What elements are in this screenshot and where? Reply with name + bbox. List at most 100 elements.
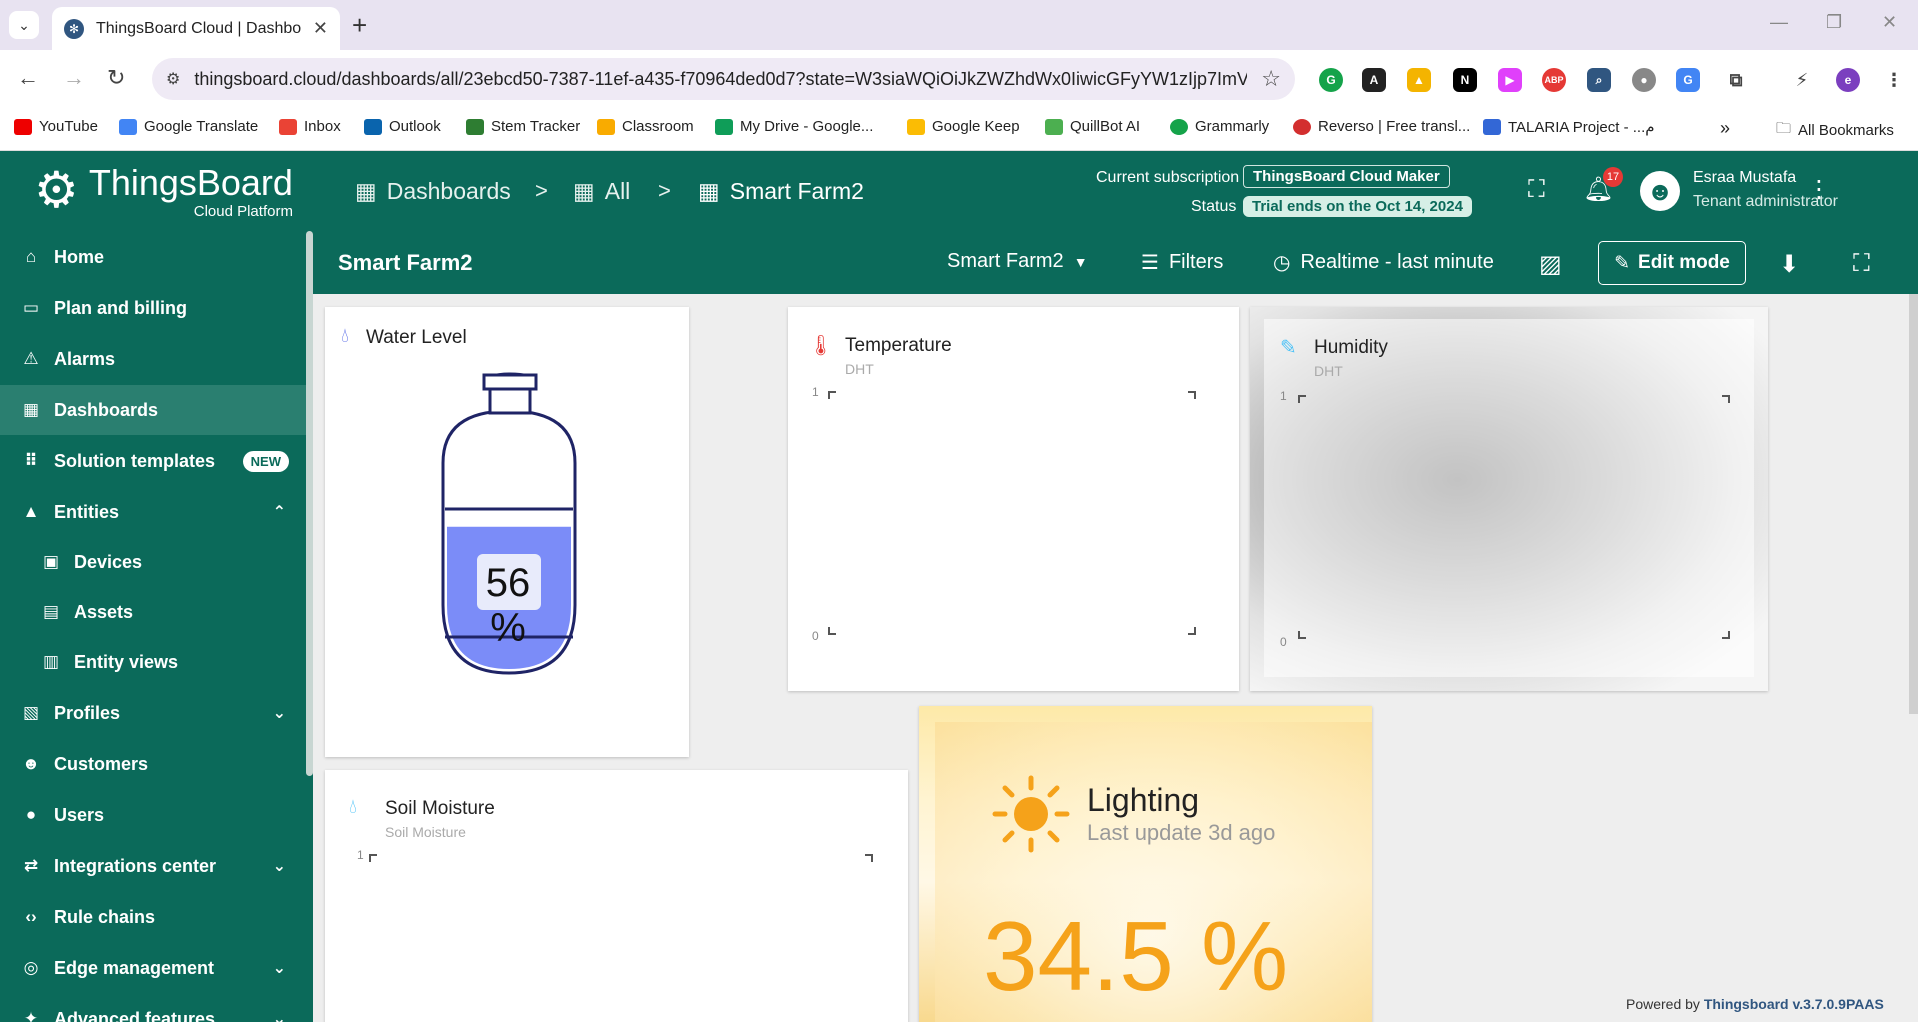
drive-icon bbox=[715, 118, 733, 135]
notion-extension-icon[interactable]: N bbox=[1453, 68, 1477, 92]
user-name[interactable]: Esraa Mustafa bbox=[1693, 169, 1796, 187]
browser-address-bar: ← → ↻ ⚙ thingsboard.cloud/dashboards/all… bbox=[0, 50, 1918, 108]
integrations-icon: ⇄ bbox=[23, 856, 39, 875]
extension-icon[interactable]: ⌕ bbox=[1587, 68, 1611, 92]
sidebar-item-advanced-features[interactable]: ✦ Advanced features ⌄ bbox=[0, 994, 306, 1022]
google-translate-extension-icon[interactable]: G bbox=[1676, 68, 1700, 92]
bookmark-inbox[interactable]: Inbox bbox=[279, 118, 341, 135]
bookmarks-bar: YouTube Google Translate Inbox Outlook S… bbox=[0, 108, 1918, 151]
sidebar-item-dashboards[interactable]: ▦ Dashboards bbox=[0, 385, 306, 435]
sidebar-item-home[interactable]: ⌂ Home bbox=[0, 232, 306, 282]
chevron-down-icon: ⌄ bbox=[272, 705, 286, 722]
sidebar-item-edge-management[interactable]: ◎ Edge management ⌄ bbox=[0, 943, 306, 993]
chevron-down-icon: ⌄ bbox=[272, 1011, 286, 1022]
extension-icon[interactable]: A bbox=[1362, 68, 1386, 92]
fullscreen-icon[interactable]: ⛶ bbox=[1528, 176, 1545, 204]
logo-title: ThingsBoard bbox=[88, 162, 293, 203]
thermometer-icon: 🌡︎ bbox=[808, 335, 834, 357]
back-button[interactable]: ← bbox=[17, 65, 39, 91]
thingsboard-logo[interactable]: ⚙ ThingsBoard Cloud Platform bbox=[34, 162, 293, 221]
water-level-value: 56 % bbox=[485, 561, 531, 650]
google-drive-extension-icon[interactable]: ▲ bbox=[1407, 68, 1431, 92]
forward-button[interactable]: → bbox=[63, 65, 85, 91]
sidebar-item-entities[interactable]: ▲ Entities ⌃ bbox=[0, 487, 306, 537]
bookmark-stem-tracker[interactable]: Stem Tracker bbox=[466, 118, 580, 135]
download-icon[interactable]: ⬇ bbox=[1779, 250, 1799, 279]
sidebar-item-rule-chains[interactable]: ‹› Rule chains bbox=[0, 892, 306, 942]
sidebar-item-users[interactable]: ● Users bbox=[0, 790, 306, 840]
sidebar-item-plan-billing[interactable]: ▭ Plan and billing bbox=[0, 283, 306, 333]
humidity-widget[interactable]: ✎ Humidity DHT 1 0 bbox=[1250, 307, 1768, 691]
filters-button[interactable]: ☰ Filters bbox=[1141, 250, 1223, 275]
profile-avatar[interactable]: e bbox=[1836, 68, 1860, 92]
adblock-extension-icon[interactable]: ABP bbox=[1542, 68, 1566, 92]
extensions-puzzle-icon[interactable]: ⧉ bbox=[1724, 68, 1748, 92]
asset-icon: ▤ bbox=[42, 602, 60, 621]
gmail-icon bbox=[279, 118, 297, 135]
user-avatar[interactable]: ☻ bbox=[1640, 171, 1680, 211]
breadcrumb-dashboards[interactable]: ▦ Dashboards bbox=[355, 178, 511, 205]
dashboard-state-select[interactable]: Smart Farm2 ▼ bbox=[947, 250, 1088, 273]
water-level-widget[interactable]: 💧︎ Water Level 56 % bbox=[325, 307, 689, 757]
extension-icon[interactable]: ▶ bbox=[1498, 68, 1522, 92]
sidebar-item-profiles[interactable]: ▧ Profiles ⌄ bbox=[0, 688, 306, 738]
breadcrumb-all[interactable]: ▦ All bbox=[573, 178, 630, 205]
grammarly-extension-icon[interactable]: G bbox=[1319, 68, 1343, 92]
sidebar-item-devices[interactable]: ▣ Devices bbox=[0, 537, 306, 587]
edit-mode-button[interactable]: ✎ Edit mode bbox=[1598, 241, 1746, 285]
image-icon[interactable]: ▨ bbox=[1539, 250, 1562, 279]
sidebar-item-assets[interactable]: ▤ Assets bbox=[0, 587, 306, 637]
bookmark-quillbot[interactable]: QuillBot AI bbox=[1045, 118, 1140, 135]
sidebar-item-customers[interactable]: ☻ Customers bbox=[0, 739, 306, 789]
tab-search-button[interactable]: ⌄ bbox=[9, 11, 39, 39]
soil-moisture-widget[interactable]: 💧︎ Soil Moisture Soil Moisture 1 bbox=[325, 770, 908, 1022]
edge-icon: ◎ bbox=[23, 958, 39, 977]
chart-corner bbox=[1298, 395, 1306, 403]
temperature-widget[interactable]: 🌡︎ Temperature DHT 1 0 bbox=[788, 307, 1239, 691]
bookmark-outlook[interactable]: Outlook bbox=[364, 118, 441, 135]
restore-button[interactable]: ❐ bbox=[1826, 12, 1842, 33]
sidebar-item-integrations-center[interactable]: ⇄ Integrations center ⌄ bbox=[0, 841, 306, 891]
bookmark-youtube[interactable]: YouTube bbox=[14, 118, 98, 135]
sidebar-item-solution-templates[interactable]: ⠿ Solution templates NEW bbox=[0, 436, 306, 486]
bookmark-star-icon[interactable]: ☆ bbox=[1261, 66, 1281, 92]
more-bookmarks-icon[interactable]: » bbox=[1720, 118, 1730, 139]
humidity-icon: ✎ bbox=[1280, 337, 1297, 359]
more-vert-icon[interactable]: ⋮ bbox=[1807, 175, 1831, 204]
performance-icon[interactable]: ⚡ bbox=[1790, 68, 1814, 92]
reload-button[interactable]: ↻ bbox=[107, 65, 125, 91]
chevron-down-icon: ⌄ bbox=[272, 858, 286, 875]
timewindow-button[interactable]: ◷ Realtime - last minute bbox=[1273, 250, 1494, 275]
new-tab-button[interactable]: + bbox=[352, 10, 367, 41]
bookmark-reverso[interactable]: Reverso | Free transl... bbox=[1293, 118, 1470, 135]
sidebar-item-alarms[interactable]: ⚠ Alarms bbox=[0, 334, 306, 384]
fullscreen-icon[interactable]: ⛶ bbox=[1853, 250, 1870, 278]
minimize-button[interactable]: — bbox=[1770, 12, 1788, 33]
bookmark-google-translate[interactable]: Google Translate bbox=[119, 118, 258, 135]
browser-menu-icon[interactable]: ⋮ bbox=[1882, 68, 1906, 92]
bookmark-my-drive[interactable]: My Drive - Google... bbox=[715, 118, 873, 135]
bookmark-google-keep[interactable]: Google Keep bbox=[907, 118, 1020, 135]
sidebar-item-entity-views[interactable]: ▥ Entity views bbox=[0, 637, 306, 687]
lighting-widget[interactable]: Lighting Last update 3d ago 34.5 % bbox=[919, 706, 1372, 1022]
widget-subtitle: DHT bbox=[1314, 363, 1343, 379]
powered-by-footer[interactable]: Powered by Thingsboard v.3.7.0.9PAAS bbox=[1626, 996, 1884, 1012]
bookmark-talaria[interactable]: TALARIA Project - ...م bbox=[1483, 118, 1655, 136]
subscription-chip[interactable]: ThingsBoard Cloud Maker bbox=[1243, 165, 1450, 188]
dashboard-scrollbar[interactable] bbox=[1909, 294, 1918, 714]
close-window-button[interactable]: ✕ bbox=[1882, 12, 1897, 33]
url-bar[interactable]: ⚙ thingsboard.cloud/dashboards/all/23ebc… bbox=[152, 58, 1295, 100]
browser-tab-bar: ⌄ ✻ ThingsBoard Cloud | Dashboard ✕ + — … bbox=[0, 0, 1918, 50]
all-bookmarks-folder[interactable]: 🗀 All Bookmarks bbox=[1776, 118, 1894, 143]
extension-icon[interactable]: ● bbox=[1632, 68, 1656, 92]
browser-tab[interactable]: ✻ ThingsBoard Cloud | Dashboard ✕ bbox=[52, 7, 340, 50]
bookmark-grammarly[interactable]: Grammarly bbox=[1170, 118, 1269, 135]
advanced-icon: ✦ bbox=[23, 1009, 39, 1022]
version-link[interactable]: Thingsboard v.3.7.0.9PAAS bbox=[1704, 996, 1884, 1012]
sidebar-scrollbar[interactable] bbox=[306, 231, 313, 776]
site-info-icon[interactable]: ⚙ bbox=[166, 69, 180, 89]
close-tab-icon[interactable]: ✕ bbox=[313, 18, 328, 39]
profiles-icon: ▧ bbox=[22, 703, 40, 722]
bookmark-classroom[interactable]: Classroom bbox=[597, 118, 694, 135]
dashboard-icon: ▦ bbox=[698, 178, 720, 204]
